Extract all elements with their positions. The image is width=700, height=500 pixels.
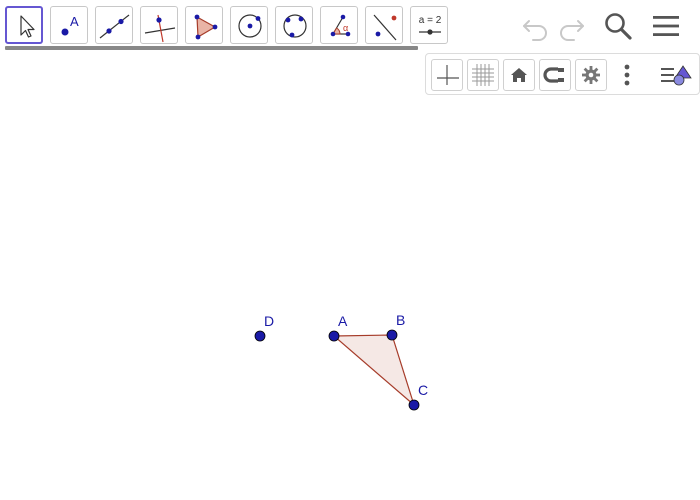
svg-text:a = 2: a = 2 (419, 15, 442, 26)
menu-icon (653, 16, 679, 36)
graphics-style-bar (425, 53, 700, 95)
point-d-label: D (264, 313, 274, 329)
grid-icon (472, 64, 494, 86)
main-menu-button[interactable] (650, 10, 682, 42)
standard-view-button[interactable] (503, 59, 535, 91)
point-b-label: B (396, 312, 405, 328)
point-a[interactable] (328, 330, 340, 342)
point-c-label: C (418, 382, 428, 398)
point-b[interactable] (386, 329, 398, 341)
slider-icon: a = 2 (419, 15, 442, 35)
point-tool[interactable]: A (50, 6, 88, 44)
polygon-tool[interactable] (185, 6, 223, 44)
show-grid-button[interactable] (467, 59, 499, 91)
style-bar-toggle-icon (661, 65, 692, 86)
search-button[interactable] (602, 10, 634, 42)
angle-tool[interactable]: α (320, 6, 358, 44)
svg-text:α: α (343, 23, 348, 33)
toolbar-scrollbar[interactable] (5, 46, 418, 50)
line-tool[interactable] (95, 6, 133, 44)
line-through-two-points-icon (99, 14, 130, 39)
cursor-arrow-icon (20, 15, 35, 38)
undo-icon (523, 20, 547, 41)
point-icon: A (61, 14, 79, 36)
axes-icon (437, 65, 459, 85)
circle-center-point-icon (238, 14, 262, 38)
conic-tool[interactable] (275, 6, 313, 44)
point-capturing-icon (543, 67, 564, 83)
more-vertical-icon (624, 64, 630, 86)
settings-button[interactable] (575, 59, 607, 91)
toggle-style-bar-button[interactable] (659, 59, 692, 91)
reflect-about-line-icon (373, 14, 397, 41)
point-c[interactable] (408, 399, 420, 411)
redo-button[interactable] (556, 10, 588, 42)
move-tool[interactable] (5, 6, 43, 44)
circle-three-points-icon (283, 14, 307, 38)
perpendicular-line-icon (144, 14, 176, 43)
svg-text:A: A (70, 14, 79, 29)
search-icon (605, 13, 632, 40)
perpendicular-line-tool[interactable] (140, 6, 178, 44)
polygon-icon (194, 14, 218, 40)
geogebra-app: D A B C A α a = 2 (0, 0, 700, 500)
redo-icon (560, 20, 584, 41)
home-icon (511, 68, 527, 82)
show-axes-button[interactable] (431, 59, 463, 91)
point-d[interactable] (254, 330, 266, 342)
circle-tool[interactable] (230, 6, 268, 44)
toolbar: A α a = 2 (0, 0, 700, 50)
angle-icon: α (330, 14, 351, 37)
polygon-abc[interactable] (332, 334, 416, 407)
point-a-label: A (338, 313, 348, 329)
slider-tool[interactable]: a = 2 (410, 6, 448, 44)
reflect-tool[interactable] (365, 6, 403, 44)
point-capturing-button[interactable] (539, 59, 571, 91)
undo-button[interactable] (519, 10, 551, 42)
settings-icon (582, 66, 600, 84)
more-options-button[interactable] (611, 59, 643, 91)
